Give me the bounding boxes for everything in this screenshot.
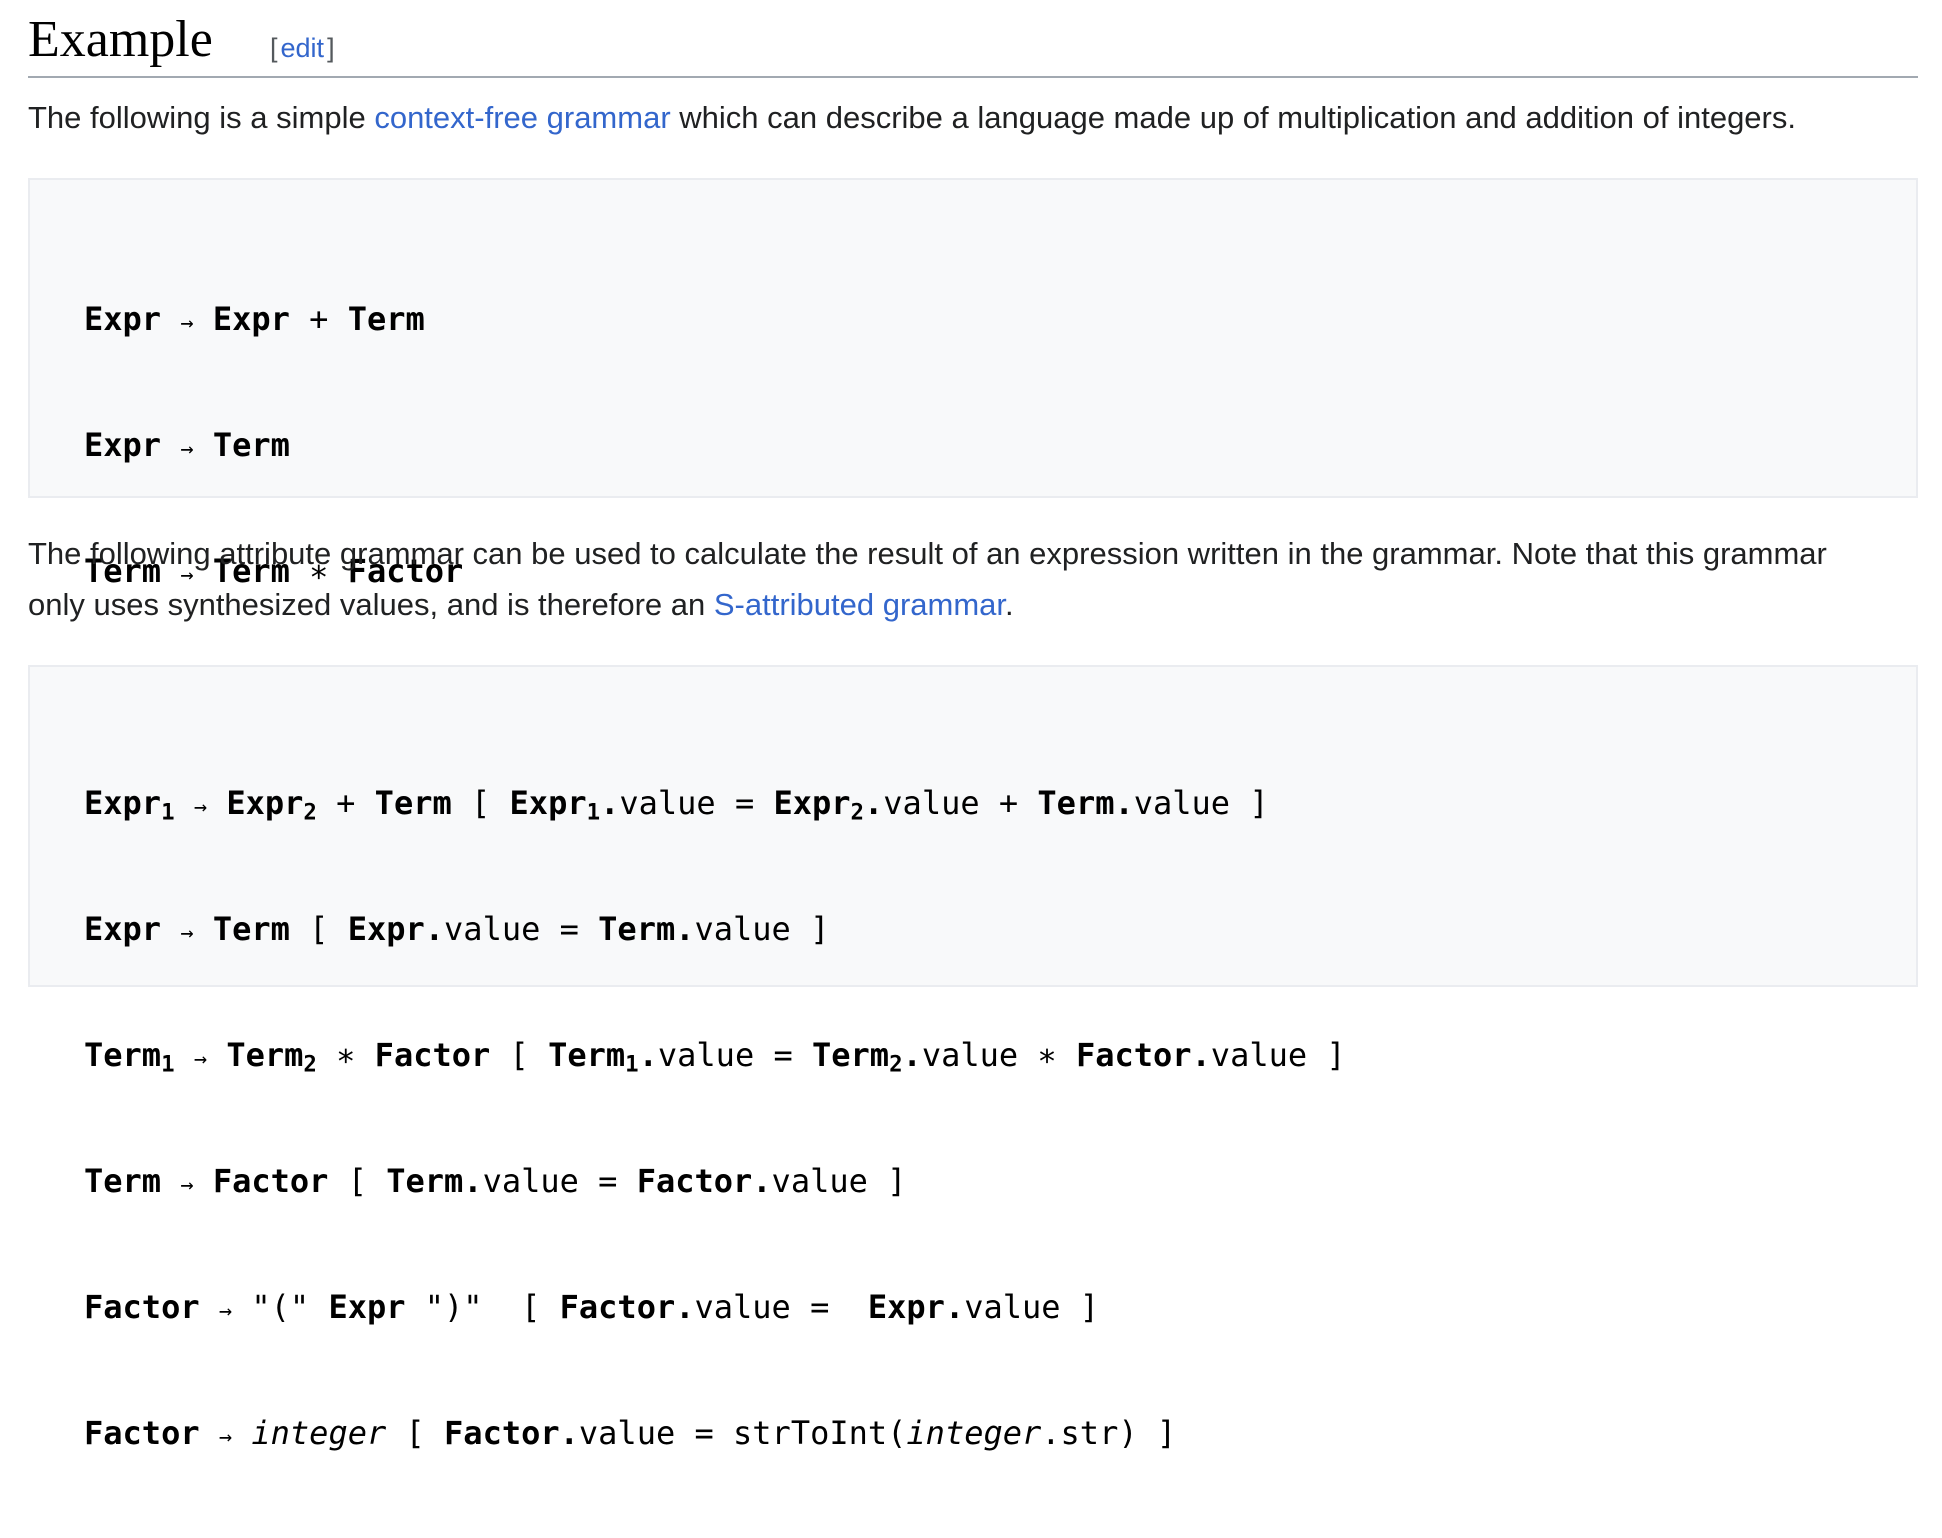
edit-section: [edit] — [270, 30, 335, 66]
attribute-rule: Factor → integer [ Factor.value = strToI… — [84, 1414, 1177, 1452]
s-attributed-grammar-link[interactable]: S-attributed grammar — [714, 587, 1005, 622]
intro-paragraph: The following is a simple context-free g… — [28, 92, 1918, 143]
attribute-text-before: only uses synthesized values, and is the… — [28, 587, 714, 622]
attribute-text-line1: The following attribute grammar can be u… — [28, 536, 1827, 571]
grammar-rule: Expr → Expr + Term — [84, 300, 425, 338]
attribute-rules: Expr1 → Expr2 + Term [ Expr1.value = Exp… — [84, 698, 1346, 1538]
attribute-rule: Term1 → Term2 ∗ Factor [ Term1.value = T… — [84, 1036, 1346, 1078]
attribute-text-after: . — [1005, 587, 1014, 622]
grammar-code-block: Expr → Expr + Term Expr → Term Term → Te… — [28, 178, 1918, 968]
intro-text-after: which can describe a language made up of… — [670, 100, 1796, 135]
grammar-rule: Expr → Term — [84, 426, 290, 464]
attribute-grammar-code-block: Expr1 → Expr2 + Term [ Expr1.value = Exp… — [28, 665, 1918, 1452]
attribute-rule: Factor → "(" Expr ")" [ Factor.value = E… — [84, 1288, 1100, 1326]
edit-bracket-close: ] — [327, 33, 335, 63]
edit-link[interactable]: edit — [281, 33, 325, 63]
edit-bracket-open: [ — [270, 33, 278, 63]
attribute-rule: Expr1 → Expr2 + Term [ Expr1.value = Exp… — [84, 784, 1269, 826]
intro-text-before: The following is a simple — [28, 100, 375, 135]
attribute-rule: Expr → Term [ Expr.value = Term.value ] — [84, 910, 830, 948]
attribute-paragraph: The following attribute grammar can be u… — [28, 528, 1918, 630]
context-free-grammar-link[interactable]: context-free grammar — [374, 100, 670, 135]
section-heading: Example — [28, 11, 213, 68]
section-header: Example [edit] — [28, 6, 1918, 78]
attribute-rule: Term → Factor [ Term.value = Factor.valu… — [84, 1162, 907, 1200]
